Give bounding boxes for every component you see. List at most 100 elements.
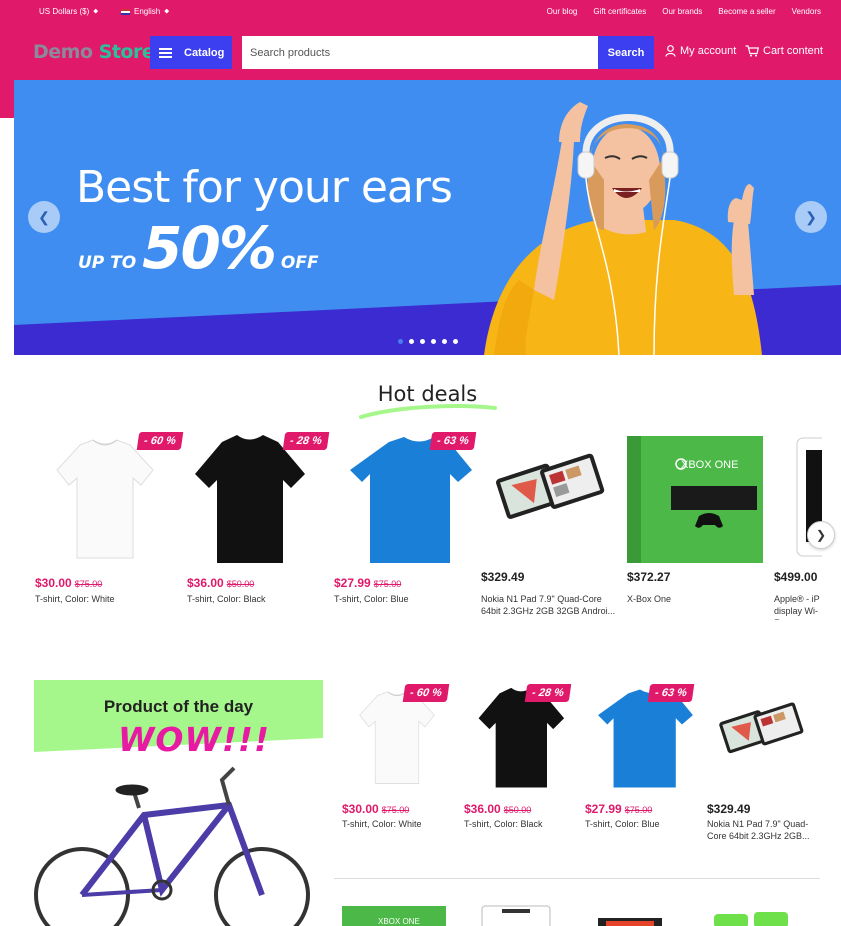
potd-wow: WOW!!! <box>118 720 271 759</box>
product-price: $499.00 <box>774 570 818 584</box>
language-label: English <box>134 7 161 16</box>
link-become-seller[interactable]: Become a seller <box>718 7 775 16</box>
product-of-the-day[interactable]: Product of the day WOW!!! <box>34 680 323 926</box>
search-input[interactable] <box>242 36 598 69</box>
grid-divider <box>334 878 820 879</box>
phone-image-1 <box>714 914 748 926</box>
product-name[interactable]: Nokia N1 Pad 7.9" Quad-Core 64bit 2.3GHz… <box>481 593 621 617</box>
blue-tshirt-image <box>350 437 472 563</box>
cart-icon <box>745 45 759 57</box>
top-links: Our blog Gift certificates Our brands Be… <box>547 7 821 16</box>
page: US Dollars ($) ⬥ English ⬥ Our blog Gift… <box>0 0 841 926</box>
product-price: $36.00 $50.00 <box>464 802 532 816</box>
us-flag-icon <box>121 8 130 15</box>
product-name[interactable]: T-shirt, Color: White <box>342 818 452 830</box>
header-accent <box>0 80 14 118</box>
banner-next-button[interactable]: ❯ <box>795 201 827 233</box>
discount-badge: - 60 % <box>136 432 184 450</box>
bicycle-image <box>34 766 310 926</box>
link-brands[interactable]: Our brands <box>662 7 702 16</box>
product-name[interactable]: T-shirt, Color: Black <box>187 593 327 605</box>
banner-subline: UP TO 50% OFF <box>78 214 319 282</box>
product-card[interactable]: - 60 % $30.00 $75.00 T-shirt, Color: Whit… <box>342 684 452 834</box>
cart-link[interactable]: Cart content <box>745 45 823 57</box>
product-price: $36.00 $50.00 <box>187 576 255 590</box>
chevron-right-icon: ❯ <box>805 208 817 225</box>
potd-title: Product of the day <box>103 697 254 716</box>
slide-dot[interactable] <box>453 339 458 344</box>
product-name[interactable]: T-shirt, Color: Black <box>464 818 574 830</box>
logo-part-1: Demo <box>33 41 93 63</box>
chevron-down-icon: ⬥ <box>164 7 170 15</box>
banner-pagination <box>398 339 458 344</box>
white-tshirt-image <box>56 439 154 559</box>
girl-with-headphones-image <box>484 102 762 355</box>
title-underline-decoration <box>359 404 497 419</box>
product-price: $372.27 <box>627 570 671 584</box>
link-vendors[interactable]: Vendors <box>792 7 821 16</box>
slide-dot[interactable] <box>431 339 436 344</box>
discount-badge: - 63 % <box>429 432 477 450</box>
product-card[interactable]: - 63 % $27.99 $75.00 T-shirt, Color: Blue <box>585 684 695 834</box>
product-card[interactable]: $329.49 Nokia N1 Pad 7.9" Quad-Core 64bi… <box>707 684 817 841</box>
link-blog[interactable]: Our blog <box>547 7 578 16</box>
currency-label: US Dollars ($) <box>39 7 90 16</box>
product-card[interactable]: - 60 % $30.00 $75.00 T-shirt, Color: Whit… <box>35 430 184 620</box>
menu-icon <box>159 47 172 58</box>
logo-part-2: Store <box>98 41 155 63</box>
logo[interactable]: Demo Store <box>33 41 155 63</box>
header: Demo Store Catalog Search My account Car… <box>0 24 841 80</box>
discount-badge: - 28 % <box>282 432 330 450</box>
product-card[interactable]: - 28 % $36.00 $50.00 T-shirt, Color: Blac… <box>187 430 330 620</box>
banner-prev-button[interactable]: ❮ <box>28 201 60 233</box>
chevron-left-icon: ❮ <box>38 208 50 225</box>
slide-dot[interactable] <box>420 339 425 344</box>
banner-sub-prefix: UP TO <box>78 253 137 273</box>
product-card[interactable]: XBOX ONE $372.27 X-Box One <box>627 430 767 620</box>
catalog-label: Catalog <box>184 46 225 59</box>
product-price: $329.49 <box>481 570 525 584</box>
product-card[interactable]: - 63 % $27.99 $75.00 T-shirt, Color: Blue <box>334 430 477 620</box>
currency-selector[interactable]: US Dollars ($) ⬥ <box>39 7 98 16</box>
next-row-product-images[interactable]: XBOX ONE <box>334 900 820 926</box>
black-tshirt-image <box>195 435 305 563</box>
product-price: $30.00 $75.00 <box>35 576 103 590</box>
slide-dot[interactable] <box>442 339 447 344</box>
language-selector[interactable]: English ⬥ <box>121 7 169 16</box>
search-button[interactable]: Search <box>598 36 654 69</box>
my-account-link[interactable]: My account <box>665 45 736 57</box>
banner-headline: Best for your ears <box>76 162 453 213</box>
product-name[interactable]: T-shirt, Color: Blue <box>585 818 695 830</box>
product-price: $27.99 $75.00 <box>585 802 653 816</box>
svg-text:XBOX ONE: XBOX ONE <box>681 459 738 471</box>
my-account-label: My account <box>680 45 737 57</box>
discount-badge: - 63 % <box>647 684 695 702</box>
product-price: $329.49 <box>707 802 751 816</box>
banner-sub-percent: 50% <box>142 214 277 282</box>
product-name[interactable]: Apple® - iP display Wi-F <box>774 593 822 620</box>
product-name[interactable]: Nokia N1 Pad 7.9" Quad-Core 64bit 2.3GHz… <box>707 818 817 842</box>
product-name[interactable]: T-shirt, Color: White <box>35 593 175 605</box>
product-name[interactable]: T-shirt, Color: Blue <box>334 593 474 605</box>
chevron-right-icon: ❯ <box>815 528 827 542</box>
xbox-box-label: XBOX ONE <box>378 917 420 926</box>
slide-dot[interactable] <box>398 339 403 344</box>
discount-badge: - 60 % <box>402 684 450 702</box>
banner-sub-suffix: OFF <box>280 253 319 273</box>
discount-badge: - 28 % <box>524 684 572 702</box>
product-card[interactable]: - 28 % $36.00 $50.00 T-shirt, Color: Blac… <box>464 684 574 834</box>
hero-banner[interactable]: Best for your ears UP TO 50% OFF ❮ ❯ <box>14 80 841 355</box>
carousel-next-button[interactable]: ❯ <box>807 521 835 549</box>
product-price: $30.00 $75.00 <box>342 802 410 816</box>
chevron-down-icon: ⬥ <box>93 7 99 15</box>
xbox-one-image: XBOX ONE <box>627 436 763 563</box>
product-name[interactable]: X-Box One <box>627 593 767 605</box>
product-price: $27.99 $75.00 <box>334 576 402 590</box>
phone-image-2 <box>754 912 788 926</box>
catalog-button[interactable]: Catalog <box>150 36 232 69</box>
product-card[interactable]: $329.49 Nokia N1 Pad 7.9" Quad-Core 64bi… <box>481 430 621 620</box>
slide-dot[interactable] <box>409 339 414 344</box>
link-gift-certificates[interactable]: Gift certificates <box>593 7 646 16</box>
cart-label: Cart content <box>763 45 823 57</box>
tablet-image <box>496 453 605 519</box>
